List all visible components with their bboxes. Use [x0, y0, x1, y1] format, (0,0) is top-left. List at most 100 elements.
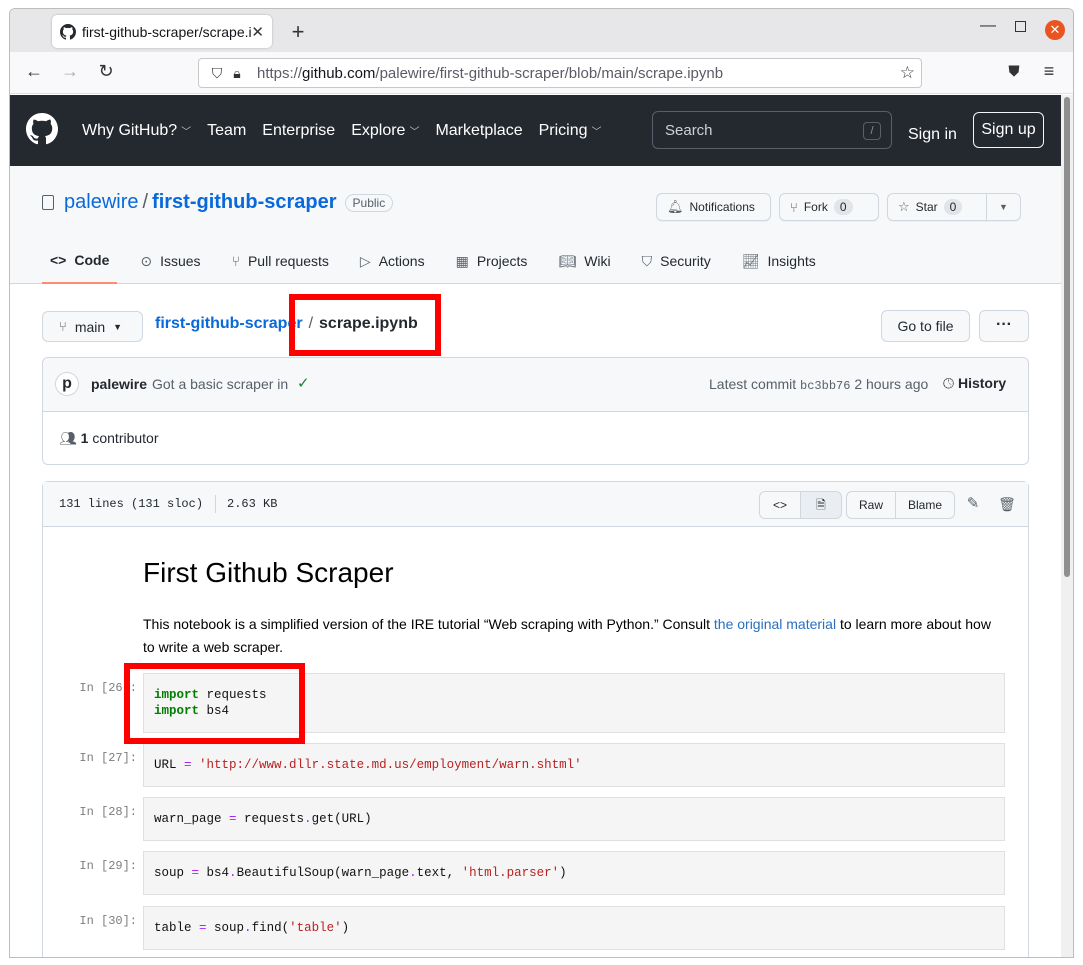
- tab-security[interactable]: ⛉ Security: [634, 238, 719, 284]
- github-header: Why GitHub? ﹀ Team Enterprise Explore ﹀ Ma…: [10, 95, 1073, 166]
- url-bar[interactable]: ⛉ 🔒︎ https://github.com/palewire/first-g…: [198, 58, 922, 88]
- tab-wiki[interactable]: 📖︎ Wiki: [550, 238, 618, 284]
- nav-explore[interactable]: Explore ﹀: [351, 122, 419, 140]
- tab-actions[interactable]: ▷ Actions: [352, 238, 433, 284]
- close-tab-icon[interactable]: ✕: [251, 23, 264, 41]
- search-placeholder: Search: [665, 121, 713, 139]
- reload-icon[interactable]: ↻: [94, 61, 118, 82]
- star-dropdown-button[interactable]: ▼: [986, 193, 1021, 221]
- search-input[interactable]: Search /: [652, 111, 892, 149]
- code-input[interactable]: warn_page = requests.get(URL): [143, 797, 1005, 841]
- commit-author[interactable]: palewire: [91, 376, 147, 392]
- forward-icon[interactable]: →: [58, 61, 82, 82]
- code-input[interactable]: table = soup.find('table'): [143, 906, 1005, 950]
- browser-tab[interactable]: first-github-scraper/scrape.ipynb ✕: [52, 15, 272, 48]
- url-text[interactable]: https://github.com/palewire/first-github…: [257, 65, 723, 82]
- tab-projects[interactable]: ▦ Projects: [448, 238, 536, 284]
- latest-commit-info: Latest commit bc3bb76 2 hours ago: [709, 376, 928, 393]
- branch-select-button[interactable]: ⑂ main ▼: [42, 311, 143, 342]
- sign-in-link[interactable]: Sign in: [908, 126, 957, 144]
- github-logo-icon[interactable]: [26, 113, 58, 145]
- intro-text: This notebook is a simplified version of…: [143, 616, 714, 632]
- code-icon: <>: [772, 498, 787, 512]
- star-icon: ☆: [898, 199, 910, 214]
- commit-sha[interactable]: bc3bb76: [800, 379, 850, 393]
- blame-button[interactable]: Blame: [895, 491, 955, 519]
- pencil-icon[interactable]: ✎: [963, 491, 983, 519]
- tab-code[interactable]: <> Code: [42, 238, 118, 284]
- nav-pricing[interactable]: Pricing ﹀: [539, 122, 602, 140]
- tab-insights[interactable]: 📈︎ Insights: [734, 238, 824, 284]
- nav-enterprise[interactable]: Enterprise: [262, 122, 335, 140]
- back-icon[interactable]: ←: [22, 61, 46, 82]
- filename-highlight-box: [289, 294, 441, 356]
- browser-navbar: ← → ↻ ⛉ 🔒︎ https://github.com/palewire/f…: [10, 52, 1073, 94]
- pull-request-icon: ⑂: [231, 253, 240, 269]
- separator: /: [142, 191, 149, 213]
- new-tab-icon[interactable]: +: [286, 19, 310, 45]
- notebook-title: First Github Scraper: [143, 557, 394, 588]
- nav-marketplace[interactable]: Marketplace: [435, 122, 522, 140]
- commit-message[interactable]: Got a basic scraper in: [152, 376, 288, 392]
- nav-label: Why GitHub?: [82, 121, 178, 139]
- maximize-icon[interactable]: [1015, 21, 1026, 32]
- fork-icon: ⑂: [790, 199, 798, 215]
- window-close-icon[interactable]: ✕: [1045, 20, 1065, 40]
- tab-label: Pull requests: [247, 253, 329, 269]
- more-options-button[interactable]: ···: [979, 310, 1029, 342]
- file-size: 2.63 KB: [227, 497, 278, 511]
- code-input[interactable]: URL = 'http://www.dllr.state.md.us/emplo…: [143, 743, 1005, 787]
- shield-icon: ⛉: [641, 252, 653, 269]
- shield-icon[interactable]: ⛉: [207, 65, 227, 82]
- contributors-count: 1: [80, 430, 89, 446]
- go-to-file-button[interactable]: Go to file: [881, 310, 970, 342]
- fork-button[interactable]: ⑂ Fork 0: [779, 193, 879, 221]
- source-view-button[interactable]: <>: [759, 491, 801, 519]
- star-button[interactable]: ☆ Star 0: [887, 193, 987, 221]
- cell-prompt: In [26]:: [79, 681, 137, 695]
- latest-commit-row: p palewire Got a basic scraper in ✓ Late…: [43, 358, 1028, 412]
- avatar[interactable]: p: [55, 372, 79, 396]
- branch-name: main: [74, 318, 106, 335]
- people-icon: 👥︎: [59, 430, 77, 446]
- menu-icon[interactable]: ≡: [1037, 61, 1061, 82]
- tab-label: Wiki: [584, 253, 611, 269]
- raw-button[interactable]: Raw: [846, 491, 896, 519]
- trash-icon[interactable]: 🗑︎: [997, 491, 1017, 519]
- breadcrumb-repo-link[interactable]: first-github-scraper: [155, 315, 303, 333]
- contributors-label: contributor: [92, 430, 159, 446]
- notebook-intro: This notebook is a simplified version of…: [143, 613, 1003, 659]
- star-label: Star: [915, 200, 938, 214]
- repo-name-link[interactable]: first-github-scraper: [152, 191, 336, 214]
- tab-label: Projects: [476, 253, 528, 269]
- code-input[interactable]: soup = bs4.BeautifulSoup(warn_page.text,…: [143, 851, 1005, 895]
- page-scrollbar[interactable]: [1061, 95, 1073, 957]
- sign-up-button[interactable]: Sign up: [973, 112, 1044, 148]
- nav-label: Explore: [351, 121, 406, 139]
- rendered-view-button[interactable]: 🗎︎: [800, 491, 842, 519]
- commit-time: 2 hours ago: [854, 376, 929, 392]
- tab-issues[interactable]: ⊙ Issues: [132, 238, 208, 284]
- history-link[interactable]: 🕓︎ History: [943, 375, 1006, 392]
- tab-label: Security: [660, 253, 711, 269]
- pocket-icon[interactable]: ⛊: [1002, 63, 1026, 80]
- nav-team[interactable]: Team: [207, 122, 246, 140]
- minimize-icon[interactable]: —: [980, 17, 996, 35]
- check-icon[interactable]: ✓: [297, 374, 310, 392]
- cell-prompt: In [29]:: [79, 859, 137, 873]
- caret-down-icon: ▼: [999, 202, 1008, 212]
- contributors-row[interactable]: 👥︎ 1 contributor: [59, 430, 159, 447]
- github-favicon-icon: [60, 23, 76, 40]
- visibility-badge: Public: [344, 193, 394, 212]
- bookmark-star-icon[interactable]: ☆: [900, 63, 915, 83]
- tab-pull-requests[interactable]: ⑂ Pull requests: [224, 238, 337, 284]
- nav-why-github[interactable]: Why GitHub? ﹀: [82, 122, 191, 140]
- scrollbar-thumb[interactable]: [1064, 97, 1070, 577]
- imports-highlight-box: [124, 663, 305, 744]
- lock-icon[interactable]: 🔒︎: [227, 65, 247, 82]
- repo-owner-link[interactable]: palewire: [64, 191, 138, 214]
- original-material-link[interactable]: the original material: [714, 616, 836, 632]
- tab-label: Insights: [767, 253, 816, 269]
- chevron-down-icon: ﹀: [591, 126, 602, 138]
- notifications-button[interactable]: 🔔︎ Notifications: [656, 193, 771, 221]
